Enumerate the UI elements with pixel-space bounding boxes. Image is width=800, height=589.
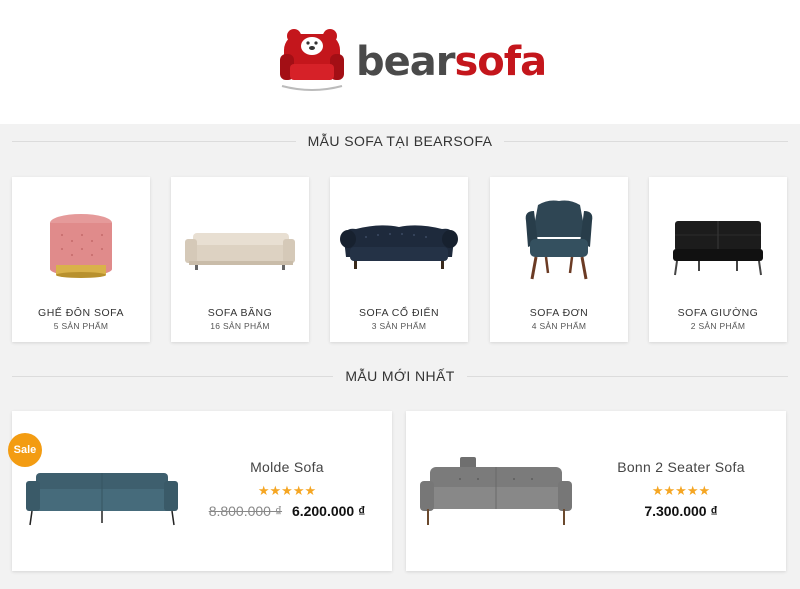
section-heading: MẪU SOFA TẠI BEARSOFA [307,133,493,149]
product-info: Bonn 2 Seater Sofa ★★★★★ 7.300.000 ₫ [586,459,776,519]
category-count: 3 SẢN PHẨM [371,321,427,331]
category-count: 2 SẢN PHẨM [690,321,746,331]
site-header: bearsofa [0,0,800,124]
category-count: 5 SẢN PHẨM [53,321,109,331]
logo-text-sofa: sofa [454,39,547,85]
product-name[interactable]: Bonn 2 Seater Sofa [586,459,776,475]
category-name[interactable]: SOFA ĐƠN [490,307,628,319]
star-rating-icon: ★★★★★ [651,483,711,498]
category-card-sofa-don[interactable]: SOFA ĐƠN 4 SẢN PHẨM [490,177,628,342]
category-card-sofa-giuong[interactable]: SOFA GIƯỜNG 2 SẢN PHẨM [649,177,787,342]
divider-line [504,140,788,142]
categories-section-title: MẪU SOFA TẠI BEARSOFA [12,131,788,151]
bear-sofa-logo-icon [280,29,344,91]
category-name[interactable]: SOFA GIƯỜNG [649,307,787,319]
product-prices: 7.300.000 ₫ [586,503,776,519]
logo-wordmark: bearsofa [356,36,547,88]
product-info: Molde Sofa ★★★★★ 8.800.000 ₫ 6.200.000 ₫ [192,459,382,519]
category-count: 16 SẢN PHẨM [210,321,270,331]
logo-text-bear: bear [356,39,455,85]
newest-section-title: MẪU MỚI NHẤT [12,366,789,386]
wingback-chair-image [525,200,593,280]
category-card-sofa-bang[interactable]: SOFA BĂNG 16 SẢN PHẨM [171,177,309,342]
category-name[interactable]: SOFA CỔ ĐIỂN [330,307,468,319]
black-sofa-bed-image [673,221,763,276]
category-name[interactable]: GHẾ ĐÔN SOFA [12,307,150,319]
pink-ottoman-image [50,214,112,278]
bearsofa-logo[interactable]: bearsofa [280,28,547,94]
divider-line [12,140,296,142]
category-count: 4 SẢN PHẨM [531,321,587,331]
beige-sofa-image [185,233,295,270]
product-card-bonn-sofa[interactable]: Bonn 2 Seater Sofa ★★★★★ 7.300.000 ₫ [406,411,786,571]
sale-badge: Sale [8,433,42,467]
product-prices: 8.800.000 ₫ 6.200.000 ₫ [192,503,382,519]
category-card-sofa-co-dien[interactable]: SOFA CỔ ĐIỂN 3 SẢN PHẨM [330,177,468,342]
old-price: 8.800.000 ₫ [208,503,283,519]
product-card-molde-sofa[interactable]: Sale Molde Sofa ★★★★★ 8.800.000 ₫ 6.200.… [8,411,392,571]
divider-line [12,375,334,377]
current-price: 6.200.000 ₫ [291,503,366,519]
grey-sofa-image [420,457,572,525]
category-name[interactable]: SOFA BĂNG [171,307,309,319]
current-price: 7.300.000 ₫ [644,503,718,519]
chesterfield-sofa-image [340,225,458,269]
category-card-ghe-don[interactable]: GHẾ ĐÔN SOFA 5 SẢN PHẨM [12,177,150,342]
section-heading: MẪU MỚI NHẤT [345,368,455,384]
star-rating-icon: ★★★★★ [257,483,317,498]
divider-line [466,375,789,377]
teal-sofa-image [26,473,178,526]
product-name[interactable]: Molde Sofa [192,459,382,475]
